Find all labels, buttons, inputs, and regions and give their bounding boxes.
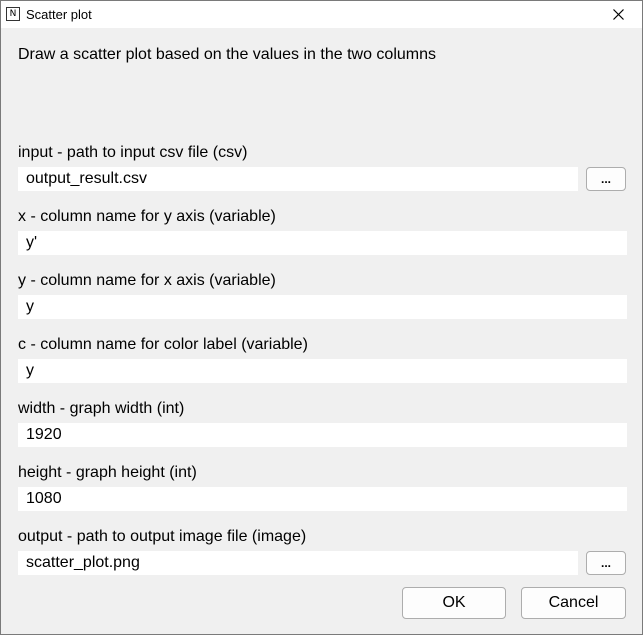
input-path-label: input - path to input csv file (csv) (18, 144, 248, 161)
color-column-label: c - column name for color label (variabl… (18, 336, 308, 353)
graph-width-field[interactable] (18, 423, 627, 447)
output-browse-button[interactable]: ... (586, 551, 626, 575)
output-path-field[interactable] (18, 551, 578, 575)
dialog-description: Draw a scatter plot based on the values … (18, 46, 436, 63)
window-title: Scatter plot (26, 7, 92, 22)
color-column-field[interactable] (18, 359, 627, 383)
y-column-label: y - column name for x axis (variable) (18, 272, 276, 289)
x-column-field[interactable] (18, 231, 627, 255)
graph-height-field[interactable] (18, 487, 627, 511)
graph-height-label: height - graph height (int) (18, 464, 197, 481)
close-button[interactable] (596, 1, 642, 28)
graph-width-label: width - graph width (int) (18, 400, 185, 417)
output-path-label: output - path to output image file (imag… (18, 528, 307, 545)
app-icon: N (6, 7, 20, 21)
title-bar: N Scatter plot (1, 1, 642, 28)
close-icon (613, 9, 624, 20)
dialog-window: N Scatter plot Draw a scatter plot based… (0, 0, 643, 635)
input-browse-button[interactable]: ... (586, 167, 626, 191)
input-path-field[interactable] (18, 167, 578, 191)
cancel-button[interactable]: Cancel (521, 587, 626, 619)
y-column-field[interactable] (18, 295, 627, 319)
x-column-label: x - column name for y axis (variable) (18, 208, 276, 225)
ok-button[interactable]: OK (402, 587, 506, 619)
